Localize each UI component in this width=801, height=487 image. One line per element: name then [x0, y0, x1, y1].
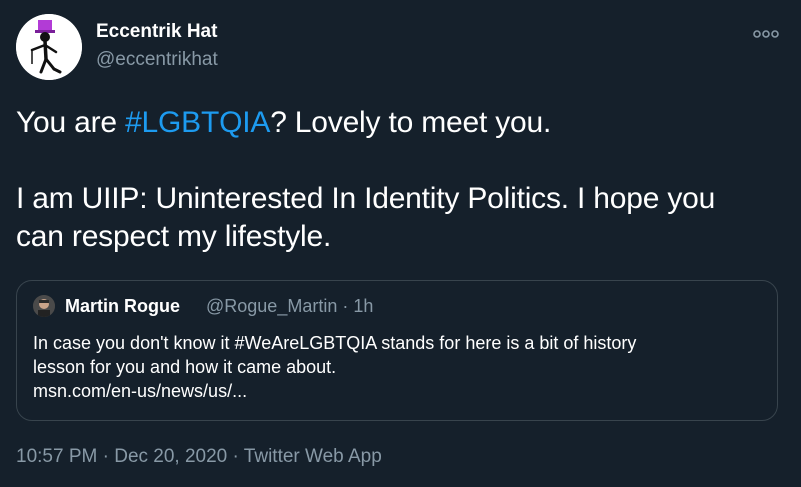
- tweet-card: Eccentrik Hat @eccentrikhat You are #LGB…: [0, 0, 801, 487]
- tweet-text-line-2: I am UIIP: Uninterested In Identity Poli…: [16, 182, 716, 215]
- person-avatar-icon: [33, 295, 55, 317]
- quoted-text-line-2: lesson for you and how it came about.: [33, 357, 337, 377]
- author-display-name[interactable]: Eccentrik Hat: [96, 21, 217, 43]
- meta-separator: ·: [227, 446, 244, 467]
- quoted-author-avatar[interactable]: [33, 295, 55, 317]
- meta-separator: ·: [97, 446, 115, 467]
- author-handle[interactable]: @eccentrikhat: [96, 49, 218, 71]
- hashtag-link[interactable]: #LGBTQIA: [125, 106, 270, 139]
- tweet-metadata: 10:57 PM · Dec 20, 2020 · Twitter Web Ap…: [16, 446, 382, 468]
- tweet-time[interactable]: 10:57 PM: [16, 446, 97, 467]
- tweet-text: You are #LGBTQIA? Lovely to meet you. I …: [16, 104, 776, 256]
- tweet-text-segment: You are: [16, 106, 126, 139]
- tweet-text-line-1: You are #LGBTQIA? Lovely to meet you.: [16, 104, 776, 142]
- quoted-link[interactable]: msn.com/en-us/news/us/...: [33, 379, 763, 403]
- tweet-date[interactable]: Dec 20, 2020: [114, 446, 227, 467]
- tweet-client[interactable]: Twitter Web App: [244, 446, 382, 467]
- quoted-tweet[interactable]: Martin Rogue @Rogue_Martin · 1h In case …: [16, 280, 778, 421]
- more-options-icon: [753, 30, 779, 38]
- tweet-text-segment: ? Lovely to meet you.: [270, 106, 552, 139]
- author-avatar[interactable]: [16, 14, 82, 80]
- quoted-author-display-name: Martin Rogue: [65, 296, 180, 316]
- more-options-button[interactable]: [752, 26, 780, 42]
- tweet-text-line-3: can respect my lifestyle.: [16, 220, 332, 253]
- quoted-author-handle-time: @Rogue_Martin · 1h: [206, 296, 374, 316]
- quoted-tweet-text: In case you don't know it #WeAreLGBTQIA …: [33, 331, 763, 403]
- top-hat-figure-avatar-icon: [16, 14, 82, 80]
- quoted-text-line-1: In case you don't know it #WeAreLGBTQIA …: [33, 333, 637, 353]
